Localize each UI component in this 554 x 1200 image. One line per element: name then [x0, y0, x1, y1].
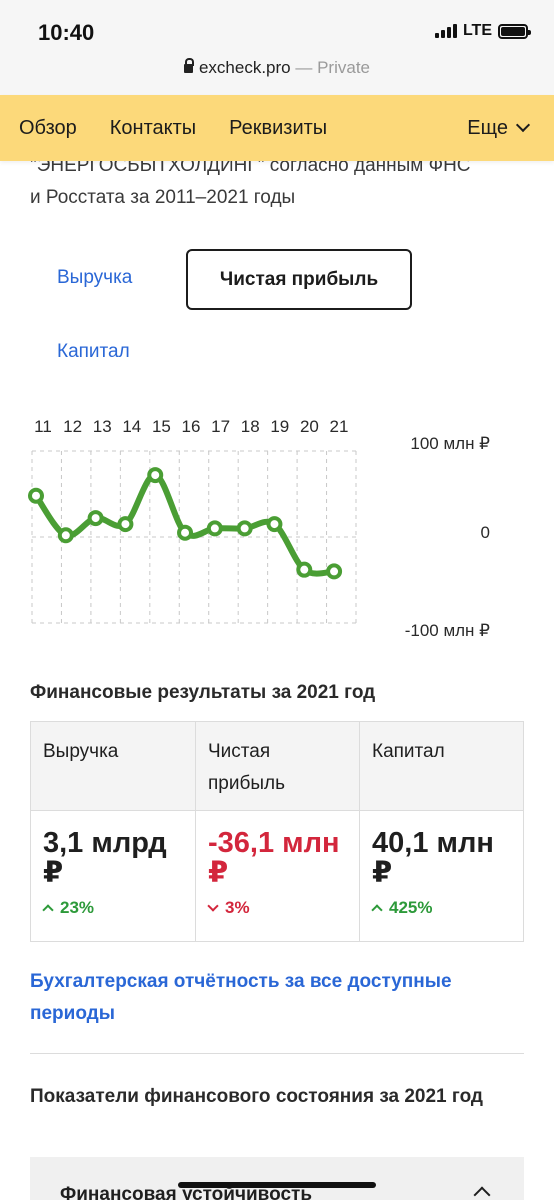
data-point	[266, 516, 283, 533]
x-tick-label: 15	[152, 417, 171, 436]
tab-net-profit[interactable]: Чистая прибыль	[186, 249, 412, 310]
nav-item-overview[interactable]: Обзор	[0, 117, 77, 140]
signal-icon	[434, 24, 457, 38]
nav-more-label: Еще	[467, 117, 508, 139]
net-profit-chart: 11 12 13 14 15 16 17 18 19 20 21 100 млн ₽ 0 -100 млн…	[0, 405, 554, 645]
fin-results-title: Финансовые результаты за 2021 год	[30, 682, 376, 703]
x-tick-label: 13	[93, 417, 112, 436]
status-time: 10:40	[38, 20, 95, 45]
tab-capital[interactable]: Капитал	[57, 341, 130, 363]
data-point	[177, 524, 194, 541]
url-privacy: — Private	[295, 58, 371, 77]
address-bar[interactable]: excheck.pro — Private	[0, 58, 554, 78]
nav-more-button[interactable]: Еще	[467, 117, 531, 140]
status-bar: 10:40 LTE excheck.pro — Private	[0, 0, 554, 95]
lock-icon	[183, 58, 194, 73]
top-navigation: Обзор Контакты Реквизиты Еще	[0, 95, 554, 161]
x-tick-label: 12	[63, 417, 82, 436]
data-point	[296, 561, 313, 578]
fin-value-capital: 40,1 млн ₽	[372, 827, 494, 889]
x-tick-label: 21	[330, 417, 349, 436]
network-type: LTE	[462, 22, 492, 39]
all-reports-link[interactable]: Бухгалтерская отчётность за все доступны…	[30, 966, 510, 1030]
y-tick-label: 100 млн ₽	[410, 434, 490, 453]
section-divider	[30, 1053, 524, 1054]
nav-item-requisites[interactable]: Реквизиты	[210, 117, 327, 140]
fin-delta-revenue: 23%	[42, 898, 95, 918]
x-tick-label: 14	[122, 417, 141, 436]
column-divider	[359, 722, 360, 941]
url-domain: excheck.pro	[198, 58, 291, 77]
arrow-up-icon	[42, 904, 54, 916]
x-tick-label: 17	[211, 417, 230, 436]
nav-item-contacts[interactable]: Контакты	[91, 117, 196, 140]
fin-header-revenue: Выручка	[43, 741, 119, 762]
fin-delta-capital-value: 425%	[389, 898, 433, 917]
battery-icon	[498, 23, 531, 39]
arrow-down-icon	[207, 900, 219, 912]
data-point	[326, 563, 343, 580]
data-point	[87, 510, 104, 527]
x-tick-label: 18	[241, 417, 260, 436]
data-point	[117, 516, 134, 533]
fin-value-net-profit: -36,1 млн ₽	[208, 827, 340, 889]
financial-state-title: Показатели финансового состояния за 2021…	[30, 1086, 483, 1107]
fin-header-net-profit: Чистая прибыль	[208, 741, 285, 794]
x-tick-label: 20	[300, 417, 319, 436]
series-line	[33, 472, 338, 577]
fin-delta-capital: 425%	[371, 898, 433, 918]
fin-delta-net-profit: 3%	[207, 898, 250, 918]
system-indicators: LTE	[434, 22, 531, 40]
y-tick-label: -100 млн ₽	[405, 621, 490, 640]
fin-delta-net-profit-value: 3%	[225, 898, 250, 917]
home-indicator	[178, 1182, 376, 1188]
column-divider	[195, 722, 196, 941]
chevron-up-icon	[473, 1186, 491, 1200]
fin-delta-revenue-value: 23%	[60, 898, 95, 917]
data-point	[206, 520, 223, 537]
chart-svg: 11 12 13 14 15 16 17 18 19 20 21 100 млн ₽ 0 -100 млн…	[28, 417, 490, 640]
data-point	[57, 527, 74, 544]
fin-value-revenue: 3,1 млрд ₽	[43, 827, 167, 889]
data-point	[236, 520, 253, 537]
arrow-up-icon	[371, 904, 383, 916]
chevron-down-icon	[515, 117, 531, 132]
fin-results-table: Выручка Чистая прибыль Капитал 3,1 млрд …	[30, 721, 524, 942]
x-tick-label: 11	[34, 417, 52, 436]
x-tick-label: 16	[182, 417, 201, 436]
data-point	[147, 467, 164, 484]
fin-header-capital: Капитал	[372, 741, 445, 762]
x-tick-label: 19	[270, 417, 289, 436]
accordion-financial-stability[interactable]: Финансовая устойчивость	[30, 1157, 524, 1200]
data-point	[28, 487, 44, 504]
y-tick-label: 0	[481, 523, 490, 542]
intro-line-2: и Росстата за 2011–2021 годы	[30, 187, 296, 208]
tab-revenue[interactable]: Выручка	[57, 267, 132, 289]
